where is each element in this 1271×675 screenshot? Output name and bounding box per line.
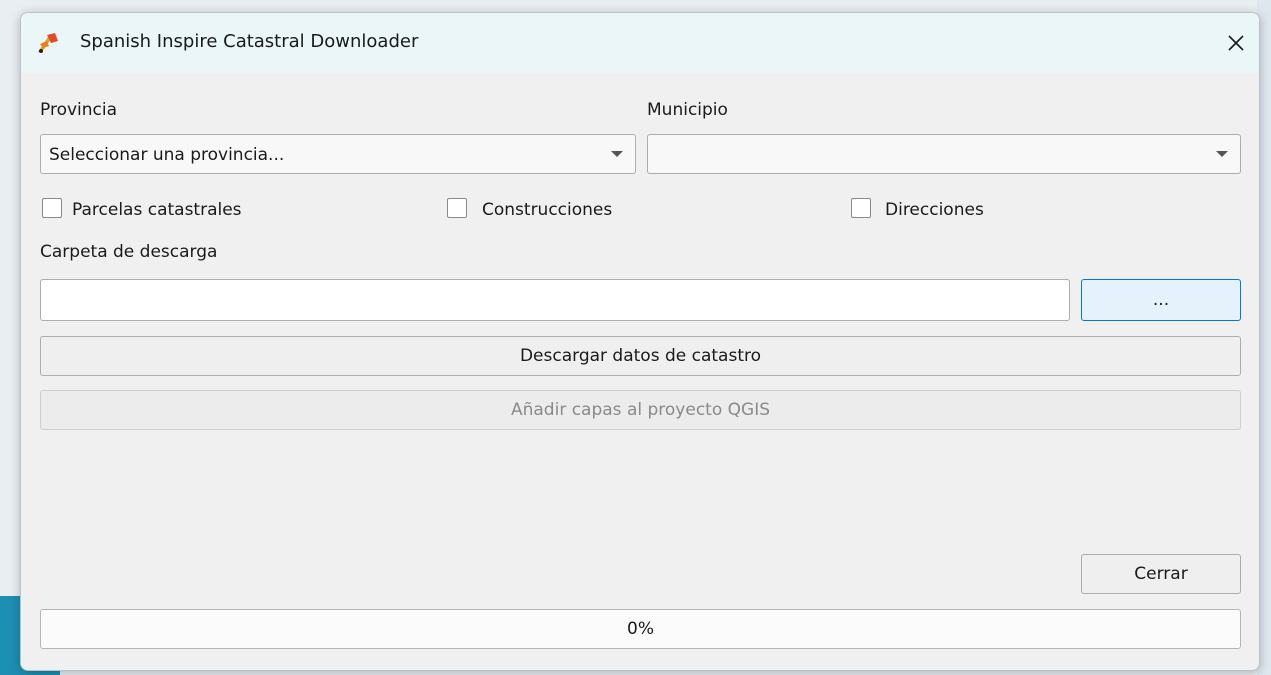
- direcciones-label: Direcciones: [885, 200, 984, 220]
- provincia-label: Provincia: [40, 100, 118, 120]
- qgis-plugin-icon: [38, 33, 58, 53]
- progress-text: 0%: [627, 619, 654, 639]
- window-title: Spanish Inspire Catastral Downloader: [80, 31, 419, 52]
- cerrar-button[interactable]: Cerrar: [1081, 554, 1241, 594]
- dialog-window: Spanish Inspire Catastral Downloader Pro…: [20, 12, 1260, 671]
- progress-bar: 0%: [40, 609, 1241, 649]
- chevron-down-icon: [611, 151, 623, 157]
- close-button[interactable]: [1213, 13, 1259, 73]
- construcciones-checkbox[interactable]: [447, 198, 467, 218]
- carpeta-label: Carpeta de descarga: [40, 242, 218, 262]
- municipio-label: Municipio: [647, 100, 728, 120]
- parcelas-label: Parcelas catastrales: [72, 200, 242, 220]
- chevron-down-icon: [1216, 151, 1228, 157]
- parcelas-checkbox[interactable]: [42, 198, 62, 218]
- descargar-button[interactable]: Descargar datos de catastro: [40, 336, 1241, 376]
- browse-button[interactable]: ...: [1081, 279, 1241, 321]
- close-icon: [1228, 35, 1244, 51]
- construcciones-label: Construcciones: [482, 200, 613, 220]
- carpeta-input[interactable]: [40, 279, 1070, 321]
- anadir-capas-button[interactable]: Añadir capas al proyecto QGIS: [40, 390, 1241, 430]
- provincia-value: Seleccionar una provincia...: [49, 145, 285, 165]
- title-bar: Spanish Inspire Catastral Downloader: [21, 13, 1259, 73]
- provincia-select[interactable]: Seleccionar una provincia...: [40, 134, 636, 174]
- municipio-select[interactable]: [647, 134, 1241, 174]
- direcciones-checkbox[interactable]: [851, 198, 871, 218]
